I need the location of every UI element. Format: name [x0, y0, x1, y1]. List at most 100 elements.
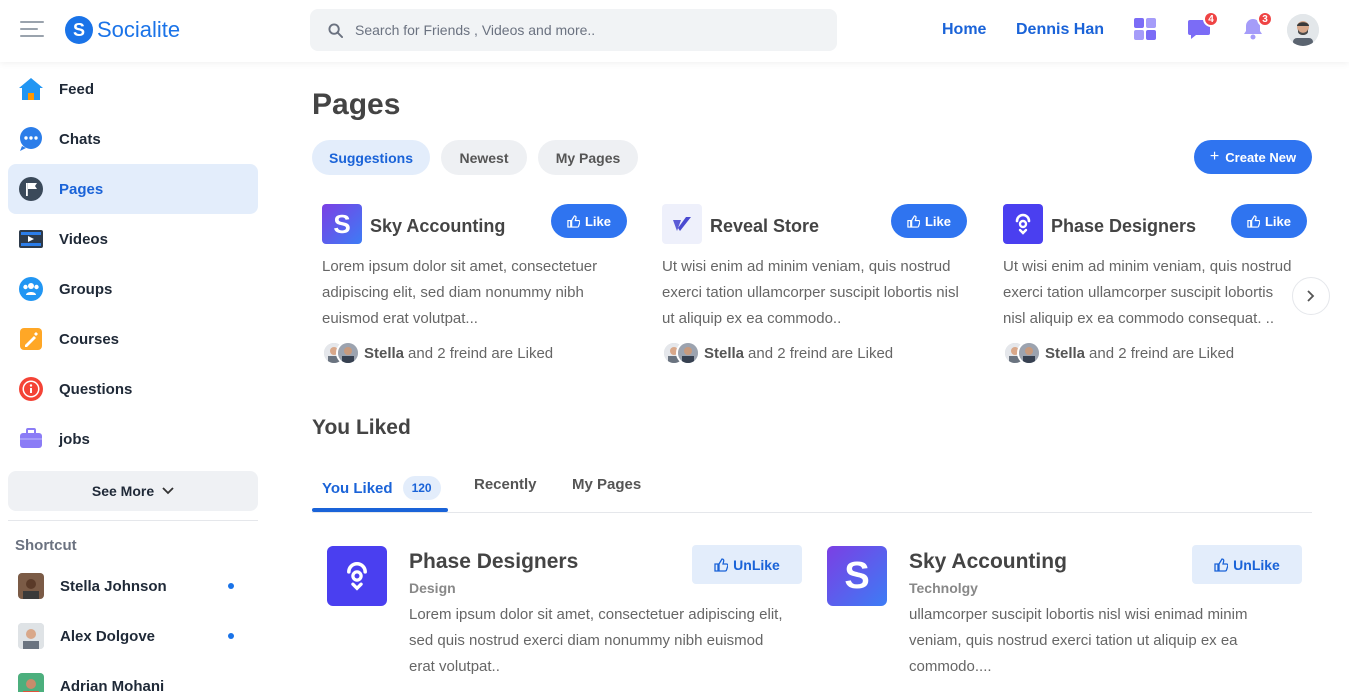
page-name[interactable]: Reveal Store	[710, 216, 819, 237]
search-icon	[328, 22, 343, 38]
sidebar-item-jobs[interactable]: jobs	[8, 414, 258, 464]
sidebar-item-pages[interactable]: Pages	[8, 164, 258, 214]
unlike-button[interactable]: UnLike	[692, 545, 802, 584]
sidebar-item-groups[interactable]: Groups	[8, 264, 258, 314]
messages-icon[interactable]: 4	[1187, 11, 1219, 43]
sidebar-item-questions[interactable]: Questions	[8, 364, 258, 414]
active-tab-indicator	[312, 508, 448, 512]
top-header: S Socialite Home Dennis Han 4 3	[0, 0, 1349, 62]
thumbs-up-icon	[714, 557, 729, 572]
filter-suggestions[interactable]: Suggestions	[312, 140, 430, 175]
notifications-icon[interactable]: 3	[1241, 11, 1273, 43]
chat-icon	[18, 126, 44, 152]
sidebar-item-chats[interactable]: Chats	[8, 114, 258, 164]
sidebar-item-label: Feed	[59, 80, 95, 98]
page-description: Lorem ipsum dolor sit amet, consectetuer…	[322, 258, 598, 327]
tabs-divider	[312, 512, 1312, 513]
page-description: Ut wisi enim ad minim veniam, quis nostr…	[1003, 258, 1292, 327]
avatar	[18, 673, 44, 692]
liked-page-card: Phase Designers Design Lorem ipsum dolor…	[327, 545, 807, 685]
thumbs-up-icon	[567, 214, 580, 228]
app-name: Socialite	[97, 17, 181, 42]
chevron-right-icon	[1307, 290, 1315, 302]
online-indicator	[228, 583, 234, 589]
thumbs-up-icon	[907, 214, 920, 228]
see-more-button[interactable]: See More	[8, 471, 258, 511]
shortcut-item[interactable]: Alex Dolgove	[18, 621, 248, 651]
liked-page-category: Technolgy	[909, 580, 978, 596]
groups-icon	[18, 276, 44, 302]
tab-you-liked[interactable]: You Liked 120	[322, 476, 441, 500]
nav-profile-link[interactable]: Dennis Han	[1016, 21, 1104, 39]
liked-page-description: Lorem ipsum dolor sit amet, consectetuer…	[409, 606, 783, 675]
carousel-next-button[interactable]	[1292, 277, 1330, 315]
page-card: S Sky Accounting Like Lorem ipsum dolor …	[322, 204, 632, 374]
shortcut-item[interactable]: Stella Johnson	[18, 571, 248, 601]
filter-newest[interactable]: Newest	[441, 140, 527, 175]
thumbs-up-icon	[1214, 557, 1229, 572]
sidebar-item-label: Pages	[59, 180, 104, 198]
shortcut-name: Adrian Mohani	[60, 677, 165, 692]
liked-page-card: S Sky Accounting Technolgy ullamcorper s…	[827, 545, 1307, 685]
like-button[interactable]: Like	[1231, 204, 1307, 238]
sidebar-item-videos[interactable]: Videos	[8, 214, 258, 264]
sidebar-divider	[8, 520, 258, 521]
unlike-button[interactable]: UnLike	[1192, 545, 1302, 584]
page-name[interactable]: Phase Designers	[1051, 216, 1196, 237]
search-bar[interactable]	[310, 9, 837, 51]
page-card: Reveal Store Like Ut wisi enim ad minim …	[662, 204, 972, 374]
video-icon	[18, 226, 44, 252]
filter-my-pages[interactable]: My Pages	[538, 140, 638, 175]
page-name[interactable]: Sky Accounting	[370, 216, 505, 237]
like-button[interactable]: Like	[551, 204, 627, 238]
liked-by: Stella and 2 freind are Liked	[322, 341, 553, 365]
online-indicator	[228, 633, 234, 639]
liked-page-name[interactable]: Sky Accounting	[909, 550, 1067, 574]
chevron-down-icon	[162, 487, 174, 495]
logo-mark: S	[65, 16, 93, 44]
avatar	[18, 573, 44, 599]
menu-icon[interactable]	[20, 21, 44, 39]
liked-by: Stella and 2 freind are Liked	[1003, 341, 1234, 365]
tab-my-pages[interactable]: My Pages	[572, 476, 641, 493]
sidebar-item-label: Questions	[59, 380, 133, 398]
sky-accounting-logo: S	[827, 546, 887, 606]
liked-page-category: Design	[409, 580, 456, 596]
phase-designers-logo	[1003, 204, 1043, 244]
you-liked-title: You Liked	[312, 416, 411, 439]
briefcase-icon	[18, 426, 44, 452]
notifications-badge: 3	[1257, 11, 1273, 27]
sidebar-item-courses[interactable]: Courses	[8, 314, 258, 364]
flag-icon	[18, 176, 44, 202]
friend-avatar	[676, 341, 700, 365]
search-input[interactable]	[355, 22, 795, 38]
shortcut-title: Shortcut	[15, 537, 77, 554]
page-title: Pages	[312, 88, 401, 121]
thumbs-up-icon	[1247, 214, 1260, 228]
sidebar-item-label: Groups	[59, 280, 113, 298]
app-logo[interactable]: S Socialite	[65, 16, 180, 44]
count-badge: 120	[402, 476, 441, 500]
create-new-button[interactable]: + Create New	[1194, 140, 1312, 174]
create-new-label: Create New	[1225, 149, 1297, 165]
phase-designers-logo	[327, 546, 387, 606]
sidebar-item-label: jobs	[59, 430, 90, 448]
friend-avatar	[1017, 341, 1041, 365]
liked-by: Stella and 2 freind are Liked	[662, 341, 893, 365]
sidebar-item-feed[interactable]: Feed	[8, 64, 258, 114]
messages-badge: 4	[1203, 11, 1219, 27]
tab-recently[interactable]: Recently	[474, 476, 537, 493]
liked-page-name[interactable]: Phase Designers	[409, 550, 578, 574]
sidebar-item-label: Chats	[59, 130, 101, 148]
sky-accounting-logo: S	[322, 204, 362, 244]
user-avatar[interactable]	[1287, 14, 1319, 46]
see-more-label: See More	[91, 483, 155, 499]
reveal-store-logo	[662, 204, 702, 244]
nav-home-link[interactable]: Home	[942, 21, 986, 39]
shortcut-name: Alex Dolgove	[60, 627, 156, 645]
page-description: Ut wisi enim ad minim veniam, quis nostr…	[662, 258, 959, 327]
shortcut-item[interactable]: Adrian Mohani	[18, 671, 248, 692]
friend-avatar	[336, 341, 360, 365]
like-button[interactable]: Like	[891, 204, 967, 238]
apps-grid-icon[interactable]	[1133, 17, 1159, 43]
